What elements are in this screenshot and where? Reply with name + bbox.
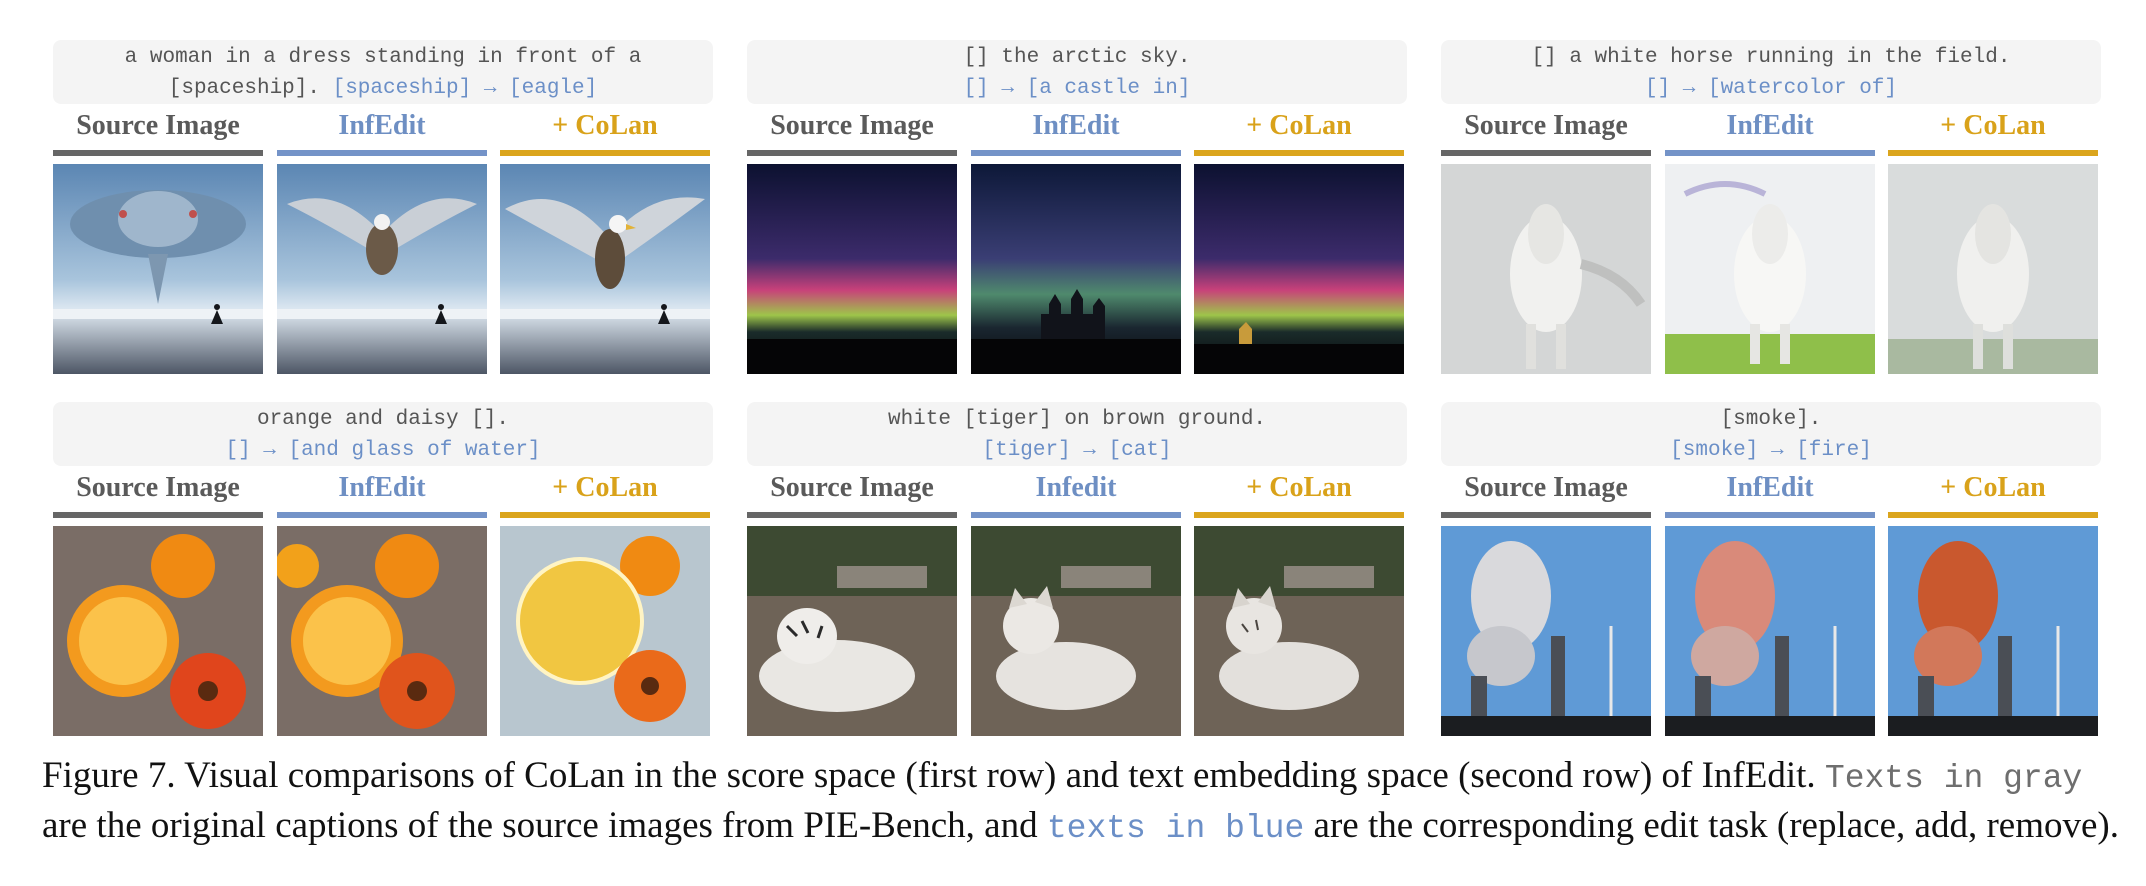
column-bar-colan	[1194, 512, 1404, 518]
caption-box: orange and daisy []. [] → [and glass of …	[53, 402, 713, 466]
source-image-oranges	[53, 526, 263, 736]
column-label-source: Source Image	[76, 110, 240, 141]
column-bar-infedit	[1665, 150, 1875, 156]
column-bar-infedit	[277, 512, 487, 518]
column-bar-source	[747, 512, 957, 518]
column-label-colan: + CoLan	[552, 110, 658, 141]
column-bar-source	[1441, 512, 1651, 518]
figure-caption: Figure 7. Visual comparisons of CoLan in…	[42, 752, 2122, 852]
column-label-source: Source Image	[76, 472, 240, 503]
figure-caption-text: are the corresponding edit task (replace…	[1313, 805, 2119, 846]
column-bar-colan	[500, 150, 710, 156]
column-label-colan: + CoLan	[552, 472, 658, 503]
colan-image-glass-of-water	[500, 526, 710, 736]
panel-horse-watercolor: [] a white horse running in the field. […	[1441, 40, 2101, 374]
caption-edit-text: [] → [watercolor of]	[1644, 77, 1898, 100]
colan-image-fire	[1888, 526, 2098, 736]
column-bar-infedit	[971, 512, 1181, 518]
column-label-infedit: InfEdit	[338, 472, 426, 503]
source-image-spaceship	[53, 164, 263, 374]
column-label-colan: + CoLan	[1940, 472, 2046, 503]
panel-tiger-cat: white [tiger] on brown ground. [tiger] →…	[747, 402, 1407, 736]
caption-gray-text: a woman in a dress standing in front of …	[124, 46, 642, 69]
figure-caption-gray-term: Texts in gray	[1824, 760, 2083, 797]
colan-image-watercolor-horse	[1888, 164, 2098, 374]
caption-edit-text: [] → [and glass of water]	[225, 439, 541, 462]
panel-spaceship-eagle: a woman in a dress standing in front of …	[53, 40, 713, 374]
column-label-source: Source Image	[1464, 110, 1628, 141]
source-image-horse	[1441, 164, 1651, 374]
column-bar-source	[53, 512, 263, 518]
column-label-source: Source Image	[770, 472, 934, 503]
column-label-colan: + CoLan	[1246, 472, 1352, 503]
caption-gray-text: [] the arctic sky.	[963, 46, 1191, 69]
column-bar-source	[1441, 150, 1651, 156]
caption-edit-text: [spaceship] → [eagle]	[332, 77, 598, 100]
column-label-source: Source Image	[1464, 472, 1628, 503]
column-label-colan: + CoLan	[1940, 110, 2046, 141]
figure-caption-text: are the original captions of the source …	[42, 805, 1038, 846]
caption-edit-text: [tiger] → [cat]	[982, 439, 1172, 462]
column-bar-infedit	[1665, 512, 1875, 518]
caption-gray-text: white [tiger] on brown ground.	[887, 408, 1267, 431]
column-label-infedit: InfEdit	[1726, 472, 1814, 503]
caption-box: white [tiger] on brown ground. [tiger] →…	[747, 402, 1407, 466]
column-label-colan: + CoLan	[1246, 110, 1352, 141]
caption-box: a woman in a dress standing in front of …	[53, 40, 713, 104]
caption-edit-text: [smoke] → [fire]	[1670, 439, 1872, 462]
column-bar-infedit	[277, 150, 487, 156]
caption-box: [] the arctic sky. [] → [a castle in]	[747, 40, 1407, 104]
infedit-image-fire	[1665, 526, 1875, 736]
panel-smoke-fire: [smoke]. [smoke] → [fire] Source Image I…	[1441, 402, 2101, 736]
panel-arctic-castle: [] the arctic sky. [] → [a castle in] So…	[747, 40, 1407, 374]
column-label-infedit: Infedit	[1035, 472, 1117, 503]
column-bar-colan	[1888, 512, 2098, 518]
infedit-image-eagle	[277, 164, 487, 374]
source-image-smoke	[1441, 526, 1651, 736]
caption-gray-text: [smoke].	[1720, 408, 1822, 431]
colan-image-eagle	[500, 164, 710, 374]
colan-image-castle	[1194, 164, 1404, 374]
caption-gray-text: [spaceship].	[168, 77, 320, 100]
column-bar-source	[747, 150, 957, 156]
caption-box: [smoke]. [smoke] → [fire]	[1441, 402, 2101, 466]
column-label-infedit: InfEdit	[1032, 110, 1120, 141]
infedit-image-white-cat	[971, 526, 1181, 736]
caption-gray-text: orange and daisy [].	[256, 408, 510, 431]
source-image-aurora	[747, 164, 957, 374]
colan-image-white-cat	[1194, 526, 1404, 736]
figure-caption-blue-term: texts in blue	[1046, 810, 1305, 847]
infedit-image-watercolor-horse	[1665, 164, 1875, 374]
column-bar-infedit	[971, 150, 1181, 156]
caption-box: [] a white horse running in the field. […	[1441, 40, 2101, 104]
panel-orange-glass: orange and daisy []. [] → [and glass of …	[53, 402, 713, 736]
figure-caption-text: Figure 7. Visual comparisons of CoLan in…	[42, 755, 1816, 796]
column-bar-colan	[1194, 150, 1404, 156]
column-label-infedit: InfEdit	[1726, 110, 1814, 141]
caption-gray-text: [] a white horse running in the field.	[1531, 46, 2011, 69]
column-bar-colan	[1888, 150, 2098, 156]
column-label-source: Source Image	[770, 110, 934, 141]
column-label-infedit: InfEdit	[338, 110, 426, 141]
source-image-white-tiger	[747, 526, 957, 736]
caption-edit-text: [] → [a castle in]	[963, 77, 1191, 100]
column-bar-source	[53, 150, 263, 156]
infedit-image-castle	[971, 164, 1181, 374]
column-bar-colan	[500, 512, 710, 518]
infedit-image-oranges	[277, 526, 487, 736]
